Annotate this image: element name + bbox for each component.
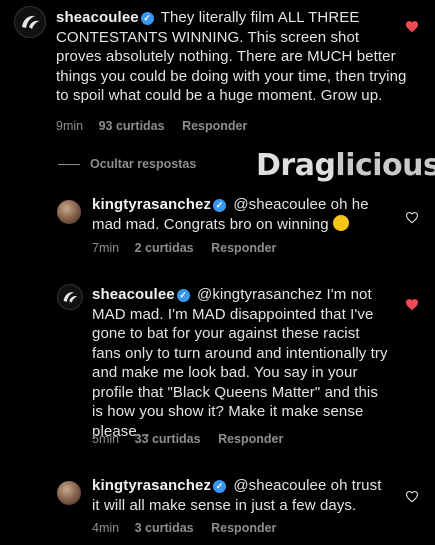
username[interactable]: kingtyrasanchez xyxy=(92,196,211,213)
comment-meta: 7min 2 curtidas Responder xyxy=(92,241,290,255)
timestamp: 4min xyxy=(92,521,120,535)
brush-logo-icon xyxy=(63,292,78,303)
watermark-part2: licious xyxy=(335,148,435,183)
like-count[interactable]: 93 curtidas xyxy=(99,119,165,133)
timestamp: 9min xyxy=(56,119,84,133)
heart-outline-icon[interactable] xyxy=(405,211,419,224)
avatar[interactable] xyxy=(57,284,83,310)
comment-text: sheacoulee ✓ @kingtyrasanchez I'm not MAD… xyxy=(92,285,392,441)
timestamp: 7min xyxy=(92,241,120,255)
reply-button[interactable]: Responder xyxy=(218,432,283,446)
username[interactable]: sheacoulee xyxy=(56,9,139,26)
heart-filled-icon[interactable] xyxy=(405,298,419,311)
hide-replies-button[interactable]: Ocultar respostas xyxy=(58,157,196,171)
like-count[interactable]: 3 curtidas xyxy=(135,521,194,535)
avatar[interactable] xyxy=(57,481,81,505)
comment-meta: 5min 33 curtidas Responder xyxy=(92,432,297,446)
heart-filled-icon[interactable] xyxy=(405,20,419,33)
comment-meta: 9min 93 curtidas Responder xyxy=(56,119,261,133)
reply-button[interactable]: Responder xyxy=(211,521,276,535)
comment-body: @kingtyrasanchez I'm not MAD mad. I'm MA… xyxy=(92,286,388,440)
like-count[interactable]: 33 curtidas xyxy=(135,432,201,446)
username[interactable]: sheacoulee xyxy=(92,286,175,303)
verified-badge-icon: ✓ xyxy=(176,289,190,302)
comment-text: kingtyrasanchez ✓ @sheacoulee oh he mad m… xyxy=(92,195,392,234)
avatar[interactable] xyxy=(14,6,46,38)
username[interactable]: kingtyrasanchez xyxy=(92,477,211,494)
avatar[interactable] xyxy=(57,200,81,224)
verified-badge-icon: ✓ xyxy=(140,12,154,25)
verified-badge-icon: ✓ xyxy=(213,199,227,212)
watermark: Draglicious xyxy=(256,148,435,183)
comment-meta: 4min 3 curtidas Responder xyxy=(92,521,290,535)
comment-text: kingtyrasanchez ✓ @sheacoulee oh trust it… xyxy=(92,476,392,515)
comment-text: sheacoulee ✓ They literally film ALL THRE… xyxy=(56,8,408,106)
reply-button[interactable]: Responder xyxy=(182,119,247,133)
reply-button[interactable]: Responder xyxy=(211,241,276,255)
heart-outline-icon[interactable] xyxy=(405,490,419,503)
like-count[interactable]: 2 curtidas xyxy=(135,241,194,255)
brush-logo-icon xyxy=(22,15,39,29)
timestamp: 5min xyxy=(92,432,120,446)
watermark-part1: Drag xyxy=(256,148,336,183)
divider-line xyxy=(58,164,80,166)
verified-badge-icon: ✓ xyxy=(213,480,227,493)
grimacing-face-icon xyxy=(332,214,349,231)
hide-replies-label: Ocultar respostas xyxy=(90,157,197,171)
